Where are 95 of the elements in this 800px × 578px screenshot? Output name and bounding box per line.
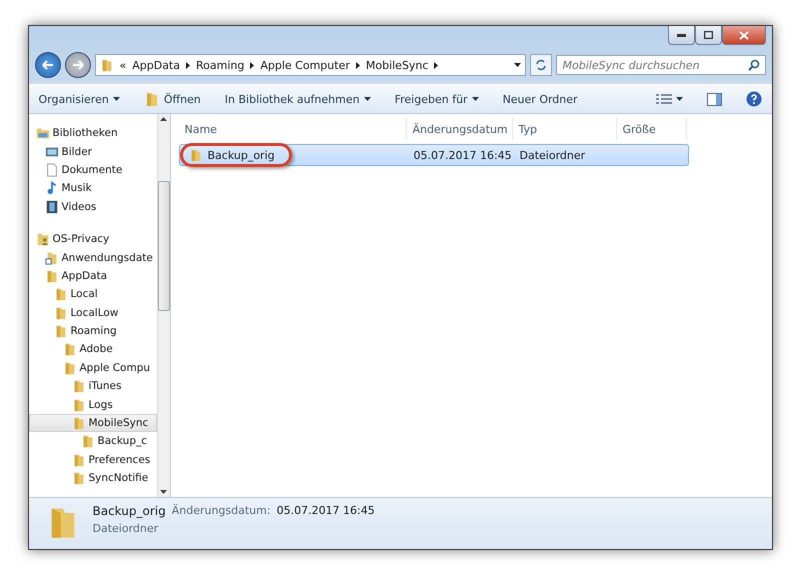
chevron-right-icon[interactable] (186, 62, 190, 68)
folder-icon (72, 452, 86, 467)
chevron-right-icon[interactable] (434, 62, 438, 68)
tree-item[interactable]: MobileSync (28, 414, 156, 432)
toolbar-button[interactable]: Organisieren (38, 90, 120, 108)
details-label: Änderungsdatum: (172, 504, 271, 518)
down-arrow-icon[interactable] (160, 490, 167, 494)
folder-icon (54, 287, 68, 302)
dropdown-arrow-icon (112, 97, 120, 101)
tree-item[interactable]: Logs (28, 395, 156, 414)
list-view-icon (656, 93, 672, 105)
folder-icon (54, 324, 68, 338)
overflow-chevron[interactable]: « (120, 58, 126, 72)
column-header[interactable]: Größe (616, 118, 686, 140)
preview-pane-icon (706, 92, 722, 106)
minimize-button[interactable] (668, 26, 694, 45)
tree-item[interactable]: Anwendungsdate (28, 248, 156, 267)
folder-icon (100, 58, 114, 72)
tree-item[interactable]: Dokumente (28, 160, 156, 180)
tree-item[interactable]: AppData (28, 266, 156, 286)
folder-icon (62, 342, 76, 356)
toolbar-button[interactable]: Freigeben für (394, 90, 479, 108)
tree-item[interactable]: Bibliotheken (28, 124, 156, 142)
dropdown-arrow-icon[interactable] (514, 63, 520, 67)
column-header[interactable]: Typ (512, 118, 616, 140)
file-name: Backup_orig (208, 148, 275, 162)
forward-button[interactable] (64, 52, 90, 78)
folder-icon (72, 398, 86, 412)
tree-item[interactable]: iTunes (28, 377, 156, 396)
breadcrumb-segment[interactable]: Roaming (196, 58, 244, 72)
tree-item[interactable]: SyncNotifie (28, 469, 156, 488)
table-cell: 05.07.2017 16:45 (414, 148, 512, 162)
picture-icon (44, 144, 58, 159)
folder-icon (72, 379, 86, 394)
breadcrumb-segment[interactable]: Apple Computer (260, 58, 350, 72)
user-folder-icon (36, 232, 50, 246)
details-type: Dateiordner (92, 522, 160, 535)
tree-item[interactable]: Bilder (28, 142, 156, 161)
library-folder-icon (36, 126, 50, 140)
tree-item[interactable]: OS-Privacy (28, 230, 156, 248)
music-note-icon (44, 181, 58, 196)
document-icon (44, 162, 58, 177)
right-arrow-icon (72, 60, 84, 70)
tree-item[interactable]: Adobe (28, 340, 156, 359)
shortcut-folder-icon (44, 250, 58, 265)
help-icon (746, 91, 762, 107)
folder-icon (72, 416, 86, 430)
table-cell: Dateiordner (520, 148, 586, 162)
refresh-icon (534, 59, 546, 71)
folder-icon (54, 306, 68, 320)
tree-item[interactable]: Videos (28, 198, 156, 216)
chevron-right-icon[interactable] (250, 62, 254, 68)
breadcrumb-segment[interactable]: AppData (132, 58, 180, 72)
tree-item[interactable]: Apple Compu (28, 358, 156, 378)
preview-pane-button[interactable] (706, 90, 722, 108)
up-arrow-icon[interactable] (160, 117, 167, 121)
folder-icon (188, 148, 202, 162)
tree-item[interactable]: Roaming (28, 322, 156, 340)
toolbar-button[interactable]: Öffnen (144, 89, 201, 109)
details-name: Backup_orig (92, 504, 166, 518)
dropdown-arrow-icon (472, 97, 479, 101)
breadcrumb-segment[interactable]: MobileSync (366, 58, 428, 72)
folder-icon (80, 434, 94, 448)
maximize-button[interactable] (694, 26, 722, 45)
toolbar-button[interactable]: Neuer Ordner (502, 90, 578, 108)
scrollbar[interactable] (156, 114, 170, 497)
dropdown-arrow-icon (676, 97, 682, 101)
folder-icon (72, 471, 86, 486)
folder-icon (62, 360, 76, 375)
help-button[interactable] (746, 89, 762, 109)
left-arrow-icon (42, 60, 54, 70)
tree-item[interactable]: Local (28, 285, 156, 304)
back-button[interactable] (34, 52, 60, 78)
chevron-right-icon[interactable] (356, 62, 360, 68)
tree-item[interactable]: Musik (28, 179, 156, 198)
tree-item[interactable]: Preferences (28, 450, 156, 470)
minimize-icon (676, 34, 686, 36)
tree-item[interactable]: Backup_c (28, 432, 156, 451)
column-header[interactable]: Änderungsdatum (406, 118, 512, 140)
tree-item[interactable]: LocalLow (28, 304, 156, 322)
scrollbar-thumb[interactable] (158, 180, 170, 310)
folder-icon (44, 268, 58, 283)
address-bar[interactable]: « AppData Roaming Apple Computer MobileSync (94, 54, 526, 76)
close-icon (738, 30, 748, 40)
details-value: 05.07.2017 16:45 (276, 504, 375, 518)
dropdown-arrow-icon (364, 97, 371, 101)
refresh-button[interactable] (530, 54, 552, 76)
film-icon (44, 200, 58, 214)
file-row[interactable]: Backup_orig 05.07.2017 16:45 Dateiordner (178, 144, 688, 166)
column-header[interactable]: Name (178, 118, 406, 140)
close-button[interactable] (722, 26, 766, 45)
search-field[interactable]: MobileSync durchsuchen (556, 55, 766, 75)
search-icon[interactable] (748, 59, 760, 71)
toolbar-button[interactable]: In Bibliothek aufnehmen (224, 90, 371, 108)
maximize-icon (704, 31, 712, 39)
